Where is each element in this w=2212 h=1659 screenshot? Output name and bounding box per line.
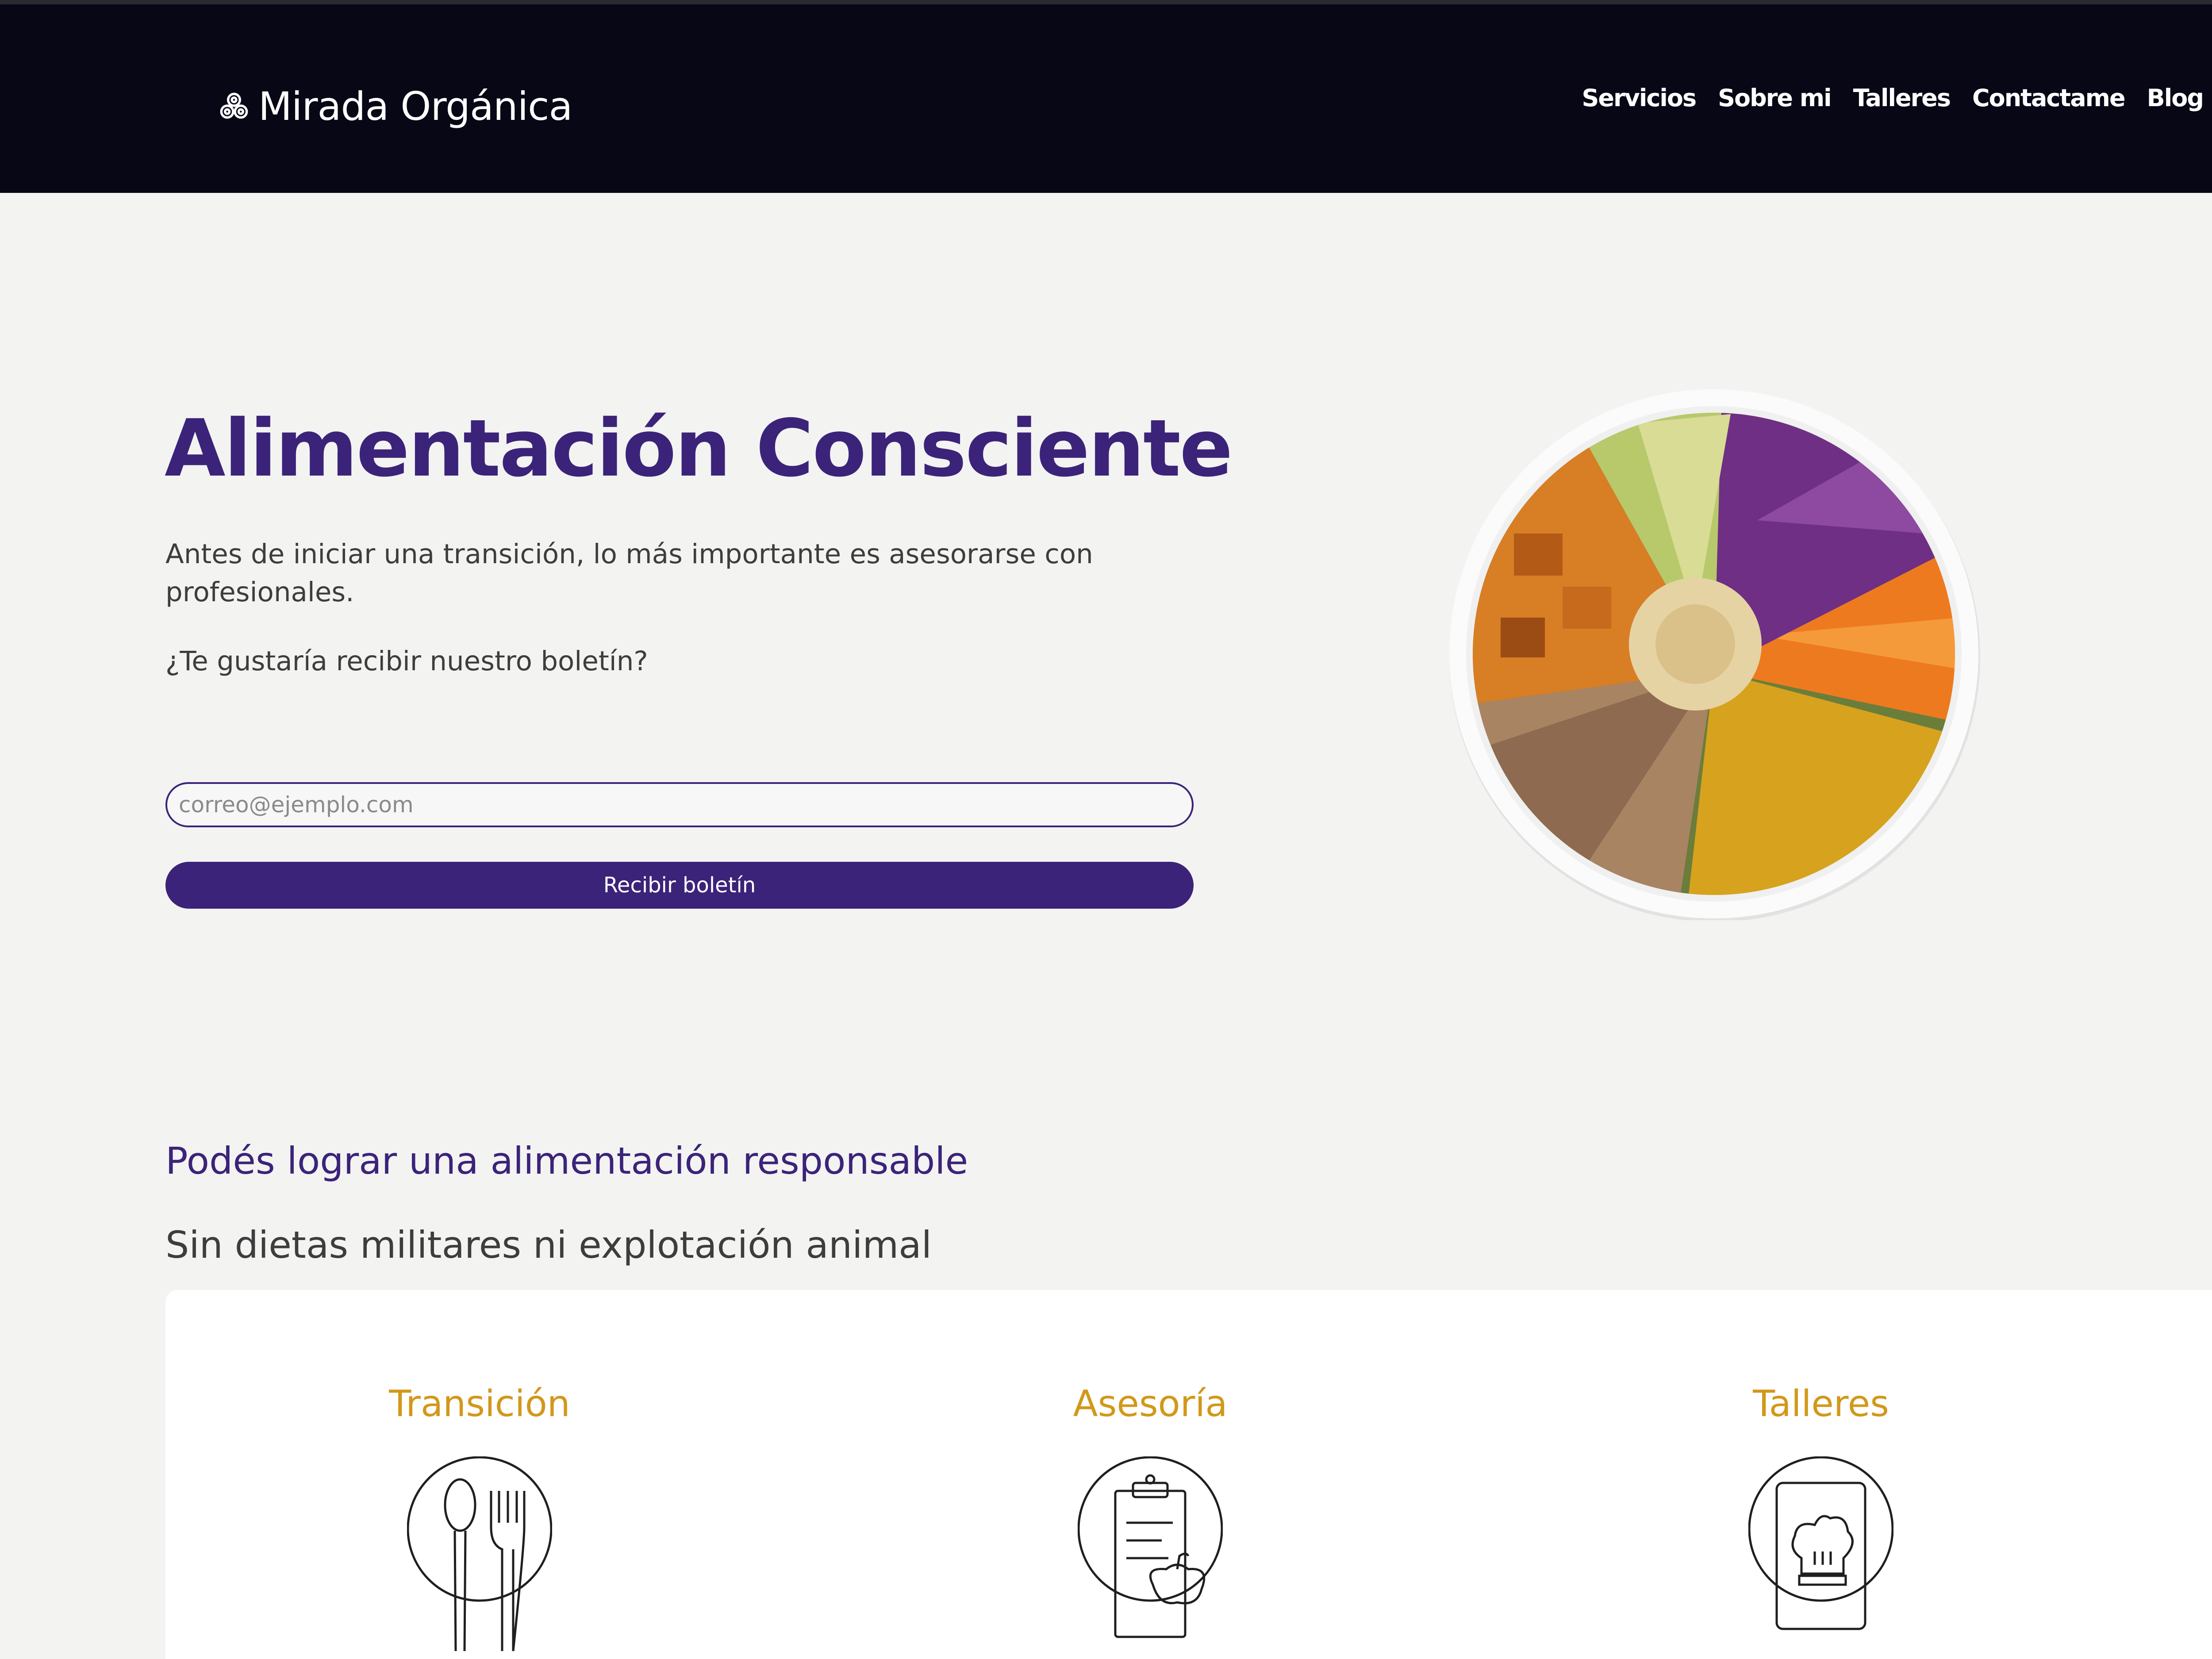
nav-blog[interactable]: Blog [2147, 84, 2204, 112]
service-card-asesoria[interactable]: Asesoría [929, 1290, 1371, 1659]
main-nav: Servicios Sobre mi Talleres Contactame B… [1582, 84, 2204, 112]
service-title: Asesoría [1073, 1383, 1228, 1425]
service-card-transicion[interactable]: Transición [258, 1290, 701, 1659]
service-title: Talleres [1753, 1383, 1889, 1425]
clipboard-apple-icon [1078, 1456, 1223, 1638]
nav-contactame[interactable]: Contactame [1972, 84, 2126, 112]
services-panel: Transición Asesoría Talleres [165, 1290, 2212, 1659]
hero-title: Alimentación Consciente [165, 403, 1233, 494]
hero-description: Antes de iniciar una transición, lo más … [165, 538, 1093, 608]
salad-bowl-image [1448, 388, 1980, 922]
brand-logo-link[interactable]: Mirada Orgánica [216, 75, 572, 137]
subscribe-button[interactable]: Recibir boletín [165, 862, 1194, 909]
section-title: Podés lograr una alimentación responsabl… [165, 1139, 968, 1183]
triskelion-icon [220, 92, 248, 119]
section-subtitle: Sin dietas militares ni explotación anim… [165, 1223, 932, 1267]
spoon-fork-icon [407, 1456, 552, 1651]
navbar: Mirada Orgánica Servicios Sobre mi Talle… [0, 4, 2212, 193]
service-card-talleres[interactable]: Talleres [1600, 1290, 2042, 1659]
email-input[interactable] [165, 782, 1194, 827]
nav-servicios[interactable]: Servicios [1582, 84, 1697, 112]
service-title: Transición [389, 1383, 570, 1425]
brand-name: Mirada Orgánica [258, 83, 572, 129]
nav-sobre-mi[interactable]: Sobre mi [1718, 84, 1832, 112]
newsletter-question: ¿Te gustaría recibir nuestro boletín? [165, 645, 648, 677]
chef-hat-icon [1748, 1456, 1893, 1630]
nav-talleres[interactable]: Talleres [1853, 84, 1951, 112]
top-border [0, 0, 2212, 4]
